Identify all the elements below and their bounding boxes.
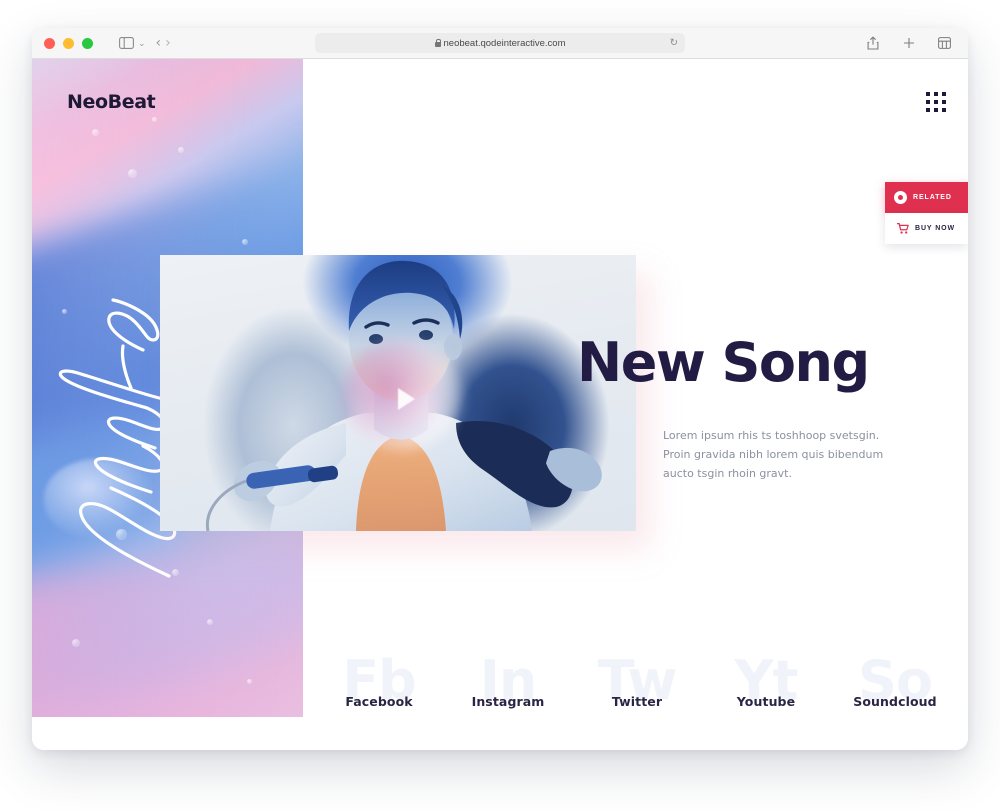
chevron-down-icon[interactable]: ⌄	[138, 38, 146, 48]
maximize-window-button[interactable]	[82, 37, 93, 49]
sidebar-toggle-icon[interactable]	[115, 32, 137, 54]
artwork-bubble	[172, 569, 179, 576]
social-link-instagram[interactable]: In Instagram	[444, 647, 573, 727]
sidebar-controls: ⌄	[115, 32, 146, 54]
vinyl-record-icon	[894, 191, 907, 204]
hero-paragraph: Lorem ipsum rhis ts toshhoop svetsgin. P…	[663, 429, 884, 480]
social-links-bar: Fb Facebook In Instagram Tw Twitter Yt Y…	[32, 632, 968, 742]
social-link-label: Youtube	[736, 694, 796, 709]
page-title: New Song	[577, 331, 870, 394]
hero-video-card[interactable]	[160, 255, 636, 531]
social-link-facebook[interactable]: Fb Facebook	[315, 647, 444, 727]
artwork-bubble	[178, 147, 184, 153]
back-button[interactable]: ‹	[156, 36, 162, 50]
play-button-icon[interactable]	[398, 388, 415, 410]
artwork-bubble	[116, 529, 127, 540]
social-link-label: Twitter	[611, 694, 663, 709]
window-traffic-lights	[44, 37, 93, 49]
lock-icon	[434, 39, 442, 47]
browser-window: ⌄ ‹ › neobeat.qodeinteractive.com ↻ NeoB…	[32, 28, 968, 750]
buy-now-button[interactable]: BUY NOW	[885, 213, 968, 244]
buy-now-button-label: BUY NOW	[915, 225, 956, 232]
shopping-cart-icon	[897, 223, 909, 234]
social-link-label: Facebook	[345, 694, 413, 709]
related-button-label: RELATED	[913, 194, 952, 201]
social-link-twitter[interactable]: Tw Twitter	[573, 647, 702, 727]
address-bar[interactable]: neobeat.qodeinteractive.com ↻	[315, 33, 685, 53]
side-action-buttons: RELATED BUY NOW	[885, 182, 968, 244]
artwork-bubble	[207, 619, 213, 625]
page-viewport: NeoBeat RELATED BUY NOW New Song Lorem i…	[32, 59, 968, 750]
social-link-youtube[interactable]: Yt Youtube	[702, 647, 831, 727]
artwork-bubble	[62, 309, 67, 314]
new-tab-button[interactable]	[898, 32, 920, 54]
grid-menu-icon[interactable]	[926, 92, 946, 112]
artwork-bubble	[92, 129, 99, 136]
reload-button[interactable]: ↻	[670, 38, 678, 49]
share-icon[interactable]	[862, 32, 884, 54]
artwork-bubble	[128, 169, 137, 178]
forward-button[interactable]: ›	[165, 36, 171, 50]
browser-toolbar: ⌄ ‹ › neobeat.qodeinteractive.com ↻	[32, 28, 968, 59]
artwork-bubble	[242, 239, 248, 245]
tab-overview-icon[interactable]	[934, 32, 956, 54]
url-text: neobeat.qodeinteractive.com	[443, 37, 566, 49]
navigation-controls: ‹ ›	[156, 36, 171, 50]
social-link-soundcloud[interactable]: So Soundcloud	[831, 647, 960, 727]
site-logo[interactable]: NeoBeat	[67, 91, 156, 113]
toolbar-right-actions	[862, 32, 956, 54]
minimize-window-button[interactable]	[63, 37, 74, 49]
close-window-button[interactable]	[44, 37, 55, 49]
social-link-label: Instagram	[471, 694, 545, 709]
address-bar-container: neobeat.qodeinteractive.com ↻	[315, 33, 685, 53]
artwork-bubble	[152, 117, 157, 122]
social-link-label: Soundcloud	[853, 694, 937, 709]
related-button[interactable]: RELATED	[885, 182, 968, 213]
